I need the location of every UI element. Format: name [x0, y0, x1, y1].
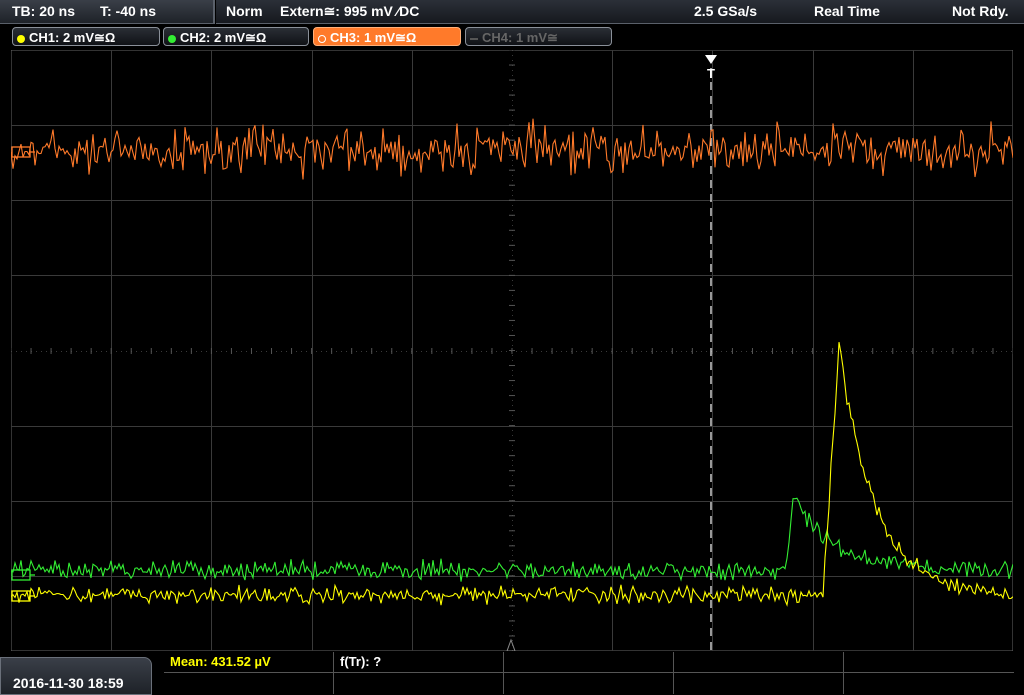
trigger-source: Extern≅: 995 mV ⁄DC	[280, 3, 420, 19]
measurement-mean: Mean: 431.52 µV	[170, 654, 271, 669]
channel-3-button[interactable]: CH3: 1 mV≅Ω	[313, 27, 461, 46]
measurement-slot-9[interactable]	[674, 673, 844, 694]
trigger-marker-label: T	[707, 66, 715, 81]
trigger-header[interactable]: Norm Extern≅: 995 mV ⁄DC 2.5 GSa/s Real …	[216, 0, 1024, 24]
measurement-panel[interactable]: Mean: 431.52 µV f(Tr): ?	[164, 652, 1014, 695]
measurement-slot-8[interactable]	[504, 673, 674, 694]
channel-2-label: CH2: 2 mV≅Ω	[180, 30, 267, 45]
measurement-slot-7[interactable]	[334, 673, 504, 694]
measurement-freq-cell[interactable]: f(Tr): ?	[334, 652, 504, 673]
measurement-mean-cell[interactable]: Mean: 431.52 µV	[164, 652, 334, 673]
channel-2-indicator-icon	[168, 34, 176, 43]
trigger-mode: Norm	[226, 3, 263, 19]
acquisition-mode: Real Time	[814, 3, 880, 19]
channel-4-off-icon	[470, 37, 478, 40]
measurement-slot-5[interactable]	[844, 652, 1014, 673]
channel-3-label: CH3: 1 mV≅Ω	[330, 30, 417, 45]
datetime-label: 2016-11-30 18:59	[13, 675, 124, 691]
timebase-label: TB: 20 ns	[12, 3, 76, 19]
sample-rate: 2.5 GSa/s	[694, 3, 758, 19]
measurement-slot-3[interactable]	[504, 652, 674, 673]
channel-1-label: CH1: 2 mV≅Ω	[29, 30, 116, 45]
datetime-panel: 2016-11-30 18:59	[0, 657, 152, 695]
timebase-panel[interactable]: TB: 20 ns T: -40 ns	[0, 0, 215, 24]
channel-2-button[interactable]: CH2: 2 mV≅Ω	[163, 27, 309, 46]
channel-1-indicator-icon	[17, 34, 25, 43]
top-bar: TB: 20 ns T: -40 ns Norm Extern≅: 995 mV…	[0, 0, 1024, 24]
channel-4-button[interactable]: CH4: 1 mV≅	[465, 27, 612, 46]
measurement-slot-6[interactable]	[164, 673, 334, 694]
time-offset-label: T: -40 ns	[100, 3, 157, 19]
measurement-slot-4[interactable]	[674, 652, 844, 673]
waveform-display[interactable]: T	[11, 50, 1013, 651]
channel-bar: CH1: 2 mV≅Ω CH2: 2 mV≅Ω CH3: 1 mV≅Ω CH4:…	[0, 25, 1024, 49]
acquisition-status: Not Rdy.	[952, 3, 1009, 19]
channel-4-label: CH4: 1 mV≅	[482, 30, 558, 45]
measurement-slot-10[interactable]	[844, 673, 1014, 694]
channel-3-indicator-icon	[318, 34, 326, 43]
measurement-freq: f(Tr): ?	[340, 654, 382, 669]
channel-1-button[interactable]: CH1: 2 mV≅Ω	[12, 27, 160, 46]
